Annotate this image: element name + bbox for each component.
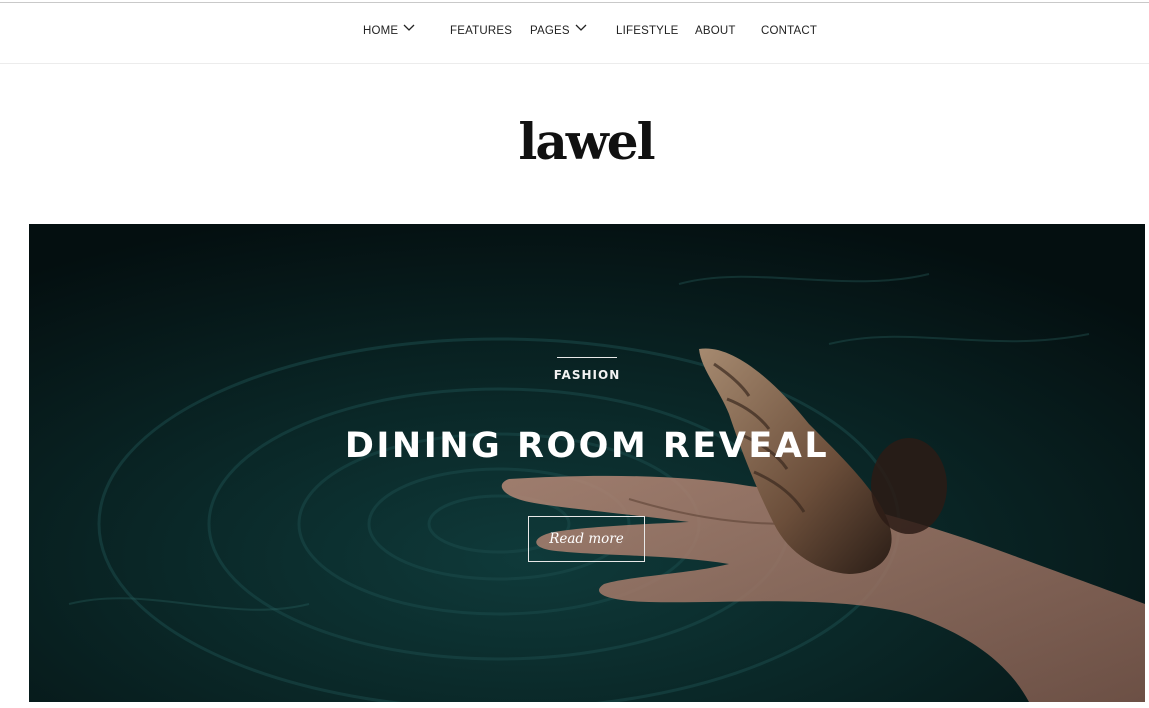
nav-item-label: LIFESTYLE — [616, 25, 679, 37]
chevron-down-icon — [403, 23, 415, 35]
nav-item-lifestyle[interactable]: LIFESTYLE — [616, 25, 679, 37]
nav-item-label: HOME — [363, 25, 399, 37]
chevron-down-icon — [575, 23, 587, 35]
post-title[interactable]: DINING ROOM REVEAL — [29, 420, 1145, 472]
nav-item-label: CONTACT — [761, 25, 818, 37]
nav-item-label: ABOUT — [695, 25, 736, 37]
post-category[interactable]: FASHION — [29, 368, 1145, 382]
site-logo[interactable]: lawel — [0, 106, 1149, 178]
nav-item-about[interactable]: ABOUT — [695, 25, 736, 37]
nav-item-label: FEATURES — [450, 25, 513, 37]
nav-item-features[interactable]: FEATURES — [450, 25, 512, 37]
main-navigation: HOME FEATURES PAGES LIFESTYLE ABOUT CONT… — [0, 3, 1149, 64]
nav-item-label: PAGES — [530, 25, 570, 37]
hero-banner: FASHION DINING ROOM REVEAL Read more — [29, 224, 1145, 702]
nav-item-contact[interactable]: CONTACT — [761, 25, 817, 37]
read-more-button[interactable]: Read more — [528, 516, 645, 562]
category-divider — [557, 357, 617, 358]
nav-item-pages[interactable]: PAGES — [530, 25, 587, 37]
nav-item-home[interactable]: HOME — [363, 25, 415, 37]
